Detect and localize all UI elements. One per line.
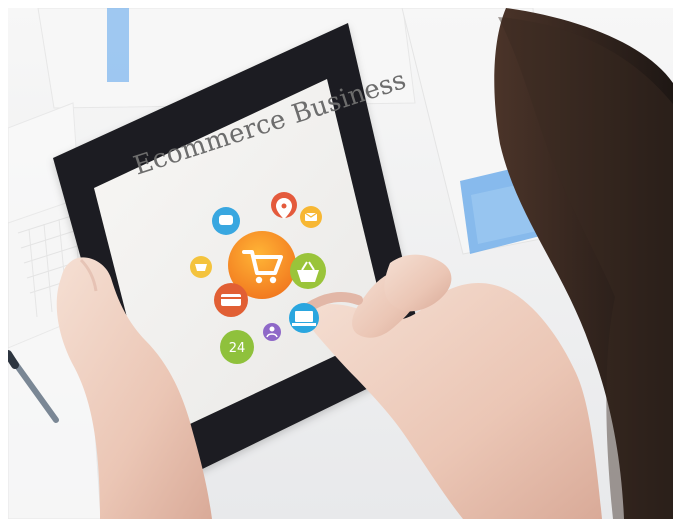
image-frame: 24 Ecommerce Business bbox=[0, 0, 681, 527]
photo-scene: 24 bbox=[8, 8, 673, 519]
svg-text:24: 24 bbox=[229, 341, 246, 356]
ecommerce-tablet-photo: 24 Ecommerce Business bbox=[8, 8, 673, 519]
profile-icon bbox=[263, 323, 281, 341]
blue-chart-strip bbox=[107, 8, 129, 82]
chat-bubble bbox=[219, 215, 233, 225]
